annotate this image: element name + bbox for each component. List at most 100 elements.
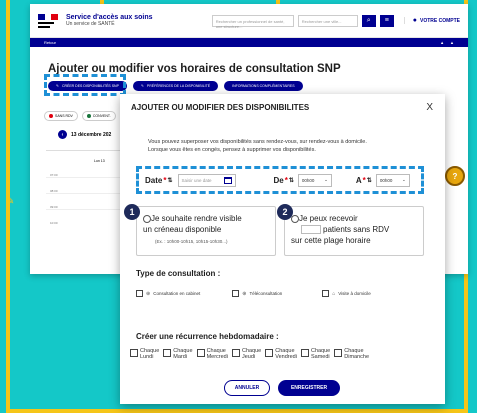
filters: SANS RDV CONVENT. [44,111,116,121]
search-icon: ⌕ [366,16,371,24]
option2-line1: Je peux recevoir [291,213,358,224]
from-time-value: 00h00 [301,177,315,183]
day-monday[interactable]: Chaque Lundi [130,348,159,360]
checkbox[interactable] [231,349,240,357]
calendar-hour: 10:00 [50,221,58,225]
action-label: INFORMATIONS COMPLÉMENTAIRES [232,84,295,88]
highlight-create-button [44,74,126,96]
patients-count-input[interactable] [301,225,321,235]
day-label: Chaque Lundi [140,348,160,360]
option1-line2: un créneau disponible [143,225,222,234]
nav-icon-1[interactable]: ▲ [440,40,444,45]
nav-icon-2[interactable]: ▲ [450,40,454,45]
option2-line2-text: patients sans RDV [323,225,390,234]
option1-line1: Je souhaite rendre visible [143,213,242,224]
account-button[interactable]: ● VOTRE COMPTE [403,17,460,24]
checkbox[interactable] [232,290,240,297]
modal-buttons: ANNULER ENREGISTRER [224,380,340,396]
chevron-left-icon[interactable]: ‹ [58,130,67,139]
nav-bar: Retour ▲ ▲ [30,38,468,47]
date-label: Date * ⇅ [145,176,173,185]
checkbox[interactable] [130,349,138,357]
option1-example: (Ex. : 10h00-10h15, 10h15-10h30...) [155,239,228,244]
option2-line2: patients sans RDV [301,224,389,235]
checkbox[interactable] [322,290,330,297]
day-tuesday[interactable]: Chaque Mardi [163,348,193,360]
search-input[interactable]: Rechercher un professionnel de santé, un… [211,14,294,29]
filter-sans-rdv[interactable]: SANS RDV [44,111,78,121]
consult-home-option[interactable]: ⌂ Visite à domicile [322,290,371,297]
consult-cabinet-option[interactable]: ⊕ Consultation en cabinet [136,290,200,297]
action-label: PRÉFÉRENCES DE LA DISPONIBILITÉ [146,84,211,88]
to-label: A * ⇅ [356,176,372,185]
brand[interactable]: Service d'accès aux soins Un service de … [66,14,153,27]
to-time-value: 00h00 [379,177,393,183]
cancel-button[interactable]: ANNULER [224,380,270,396]
location-input[interactable]: Rechercher une ville... [297,14,358,27]
required-marker: * [362,175,366,185]
pencil-icon: ✎ [6,196,15,207]
recurrence-days: Chaque Lundi Chaque Mardi Chaque Mercredi C… [130,348,369,360]
to-time-select[interactable]: 00h00 ⌄ [375,173,410,187]
radio-button[interactable] [291,214,299,223]
day-saturday[interactable]: Chaque Samedi [300,348,330,360]
preferences-button[interactable]: ✎ PRÉFÉRENCES DE LA DISPONIBILITÉ [132,81,219,91]
day-label: Chaque Mercredi [206,348,228,360]
republique-logo [38,10,59,32]
help-button[interactable]: ? [445,166,465,186]
checkbox[interactable] [163,349,172,357]
modal-description: Vous pouvez superposer vos disponibilité… [148,139,367,153]
calendar-icon[interactable] [223,176,232,184]
menu-button[interactable]: ≡ [379,14,394,27]
sort-arrows-icon: ⇅ [366,177,372,184]
consult-label: Téléconsultation [249,291,283,296]
day-wednesday[interactable]: Chaque Mercredi [196,348,228,360]
close-icon[interactable]: X [426,102,433,113]
filter-label: SANS RDV [55,114,73,118]
consult-tele-option[interactable]: ⊕ Téléconsultation [232,290,282,297]
from-label: De * ⇅ [274,176,294,185]
user-icon: ● [412,17,417,24]
from-label-text: De [273,175,284,185]
day-label: Chaque Mardi [173,348,193,360]
radio-button[interactable] [143,214,151,223]
date-placeholder: Saisir une date [181,177,212,183]
step-badge-1: 1 [124,204,140,220]
chevron-down-icon: ⌄ [324,177,328,182]
save-button[interactable]: ENREGISTRER [278,380,340,396]
consult-label: Consultation en cabinet [153,291,201,296]
checkbox[interactable] [265,349,274,357]
calendar-date-nav: ‹ 13 décembre 202 [58,130,111,139]
checkbox[interactable] [300,349,309,357]
option2-text: Je peux recevoir [299,214,358,223]
back-link[interactable]: Retour [44,40,56,45]
from-time-select[interactable]: 00h00 ⌄ [297,173,332,187]
consult-label: Visite à domicile [338,291,371,296]
teleconsultation-icon: ⊕ [242,290,247,297]
brand-title: Service d'accès aux soins [66,14,153,21]
menu-icon: ≡ [384,17,389,24]
option1-text: Je souhaite rendre visible [151,214,242,223]
option2-line3: sur cette plage horaire [291,236,371,245]
account-label: VOTRE COMPTE [419,17,460,24]
checkbox[interactable] [334,349,343,357]
consultation-types: ⊕ Consultation en cabinet ⊕ Téléconsulta… [136,290,371,297]
modal-title: AJOUTER OU MODIFIER DES DISPONIBILITES [131,103,310,112]
option-visible-slot[interactable]: Je souhaite rendre visible un créneau di… [136,206,276,256]
info-button[interactable]: INFORMATIONS COMPLÉMENTAIRES [224,81,303,91]
sort-arrows-icon: ⇅ [288,177,294,184]
checkbox[interactable] [196,349,205,357]
option-walk-in-patients[interactable]: Je peux recevoir patients sans RDV sur c… [284,206,424,256]
date-label-text: Date [145,175,163,185]
day-label: Chaque Jeudi [241,348,262,360]
day-friday[interactable]: Chaque Vendredi [265,348,297,360]
checkbox[interactable] [136,290,143,297]
day-thursday[interactable]: Chaque Jeudi [231,348,262,360]
day-sunday[interactable]: Chaque Dimanche [334,348,369,360]
date-input[interactable]: Saisir une date [177,173,236,187]
filter-convent[interactable]: CONVENT. [81,111,116,121]
day-label: Chaque Vendredi [275,348,297,360]
step-badge-2: 2 [277,204,293,220]
green-dot-icon [86,114,91,118]
search-button[interactable]: ⌕ [361,14,376,27]
